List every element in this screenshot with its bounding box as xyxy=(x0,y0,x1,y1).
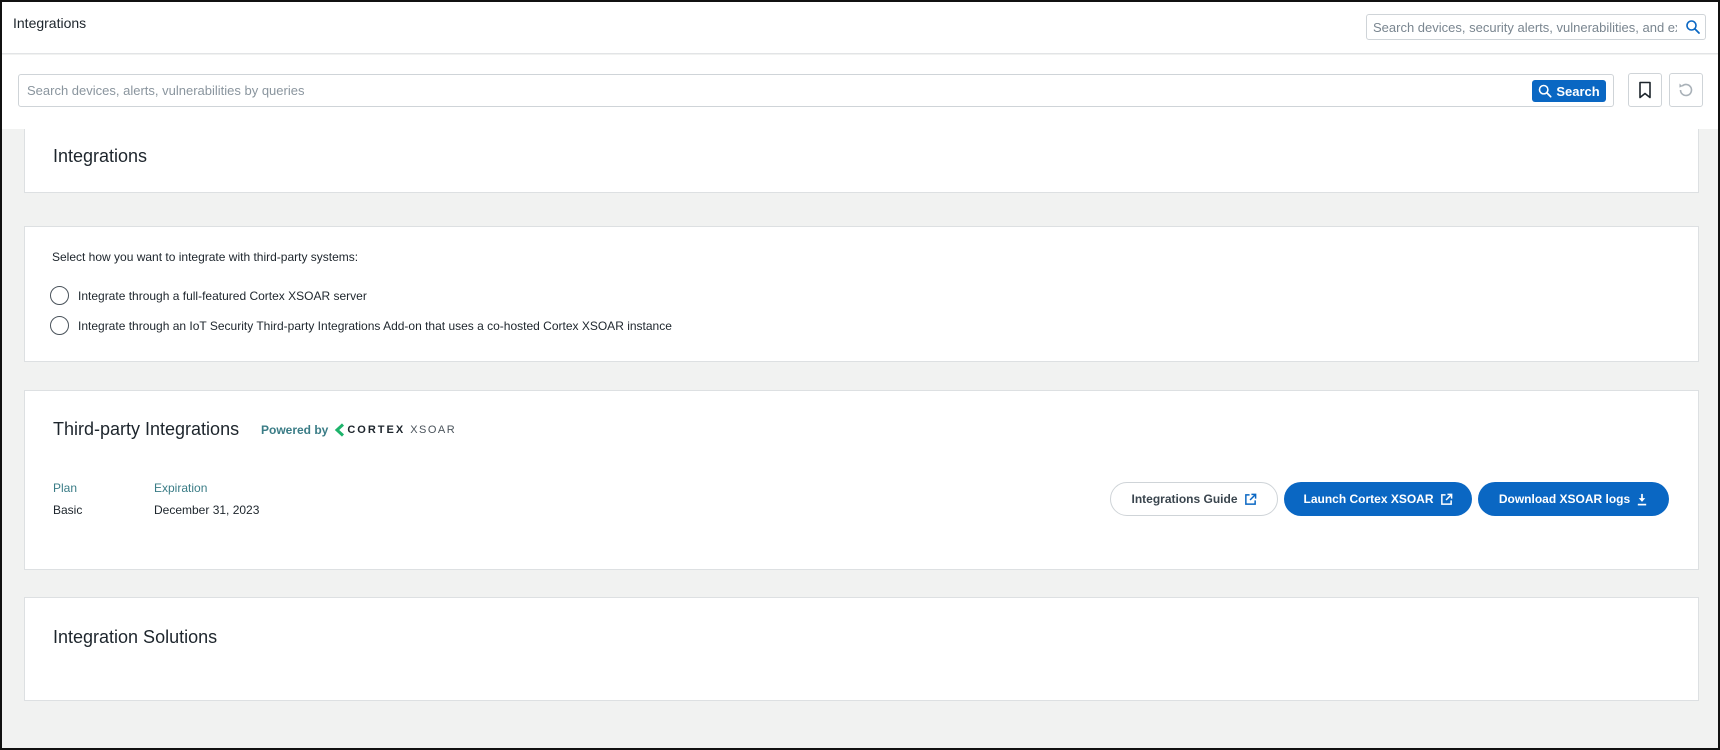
radio-label: Integrate through an IoT Security Third-… xyxy=(78,318,672,333)
integrations-header-card: Integrations xyxy=(24,129,1699,193)
download-icon xyxy=(1637,493,1647,505)
download-xsoar-logs-label: Download XSOAR logs xyxy=(1498,492,1631,506)
radio-button[interactable] xyxy=(50,316,69,335)
bookmark-icon xyxy=(1639,81,1651,99)
cortex-xsoar-logo: CORTEX XSOAR xyxy=(334,423,456,437)
reset-icon xyxy=(1679,83,1693,97)
app-frame: Integrations Search devices, security al… xyxy=(0,0,1720,750)
integration-mode-card: Select how you want to integrate with th… xyxy=(24,226,1699,362)
search-icon xyxy=(1539,84,1552,98)
plan-label: Plan xyxy=(53,481,78,495)
radio-button[interactable] xyxy=(50,286,69,305)
global-search-input[interactable] xyxy=(1367,15,1677,39)
integration-mode-prompt: Select how you want to integrate with th… xyxy=(52,250,359,264)
powered-by-label: Powered by xyxy=(261,423,329,437)
launch-cortex-xsoar-button[interactable]: Launch Cortex XSOAR xyxy=(1284,482,1472,516)
search-icon[interactable] xyxy=(1685,19,1701,35)
logo-sub: XSOAR xyxy=(410,424,457,436)
logo-word: CORTEX xyxy=(347,424,406,436)
bookmark-button[interactable] xyxy=(1628,73,1662,107)
external-link-icon xyxy=(1440,493,1452,505)
expiration-label: Expiration xyxy=(154,481,208,495)
radio-option-xsoar-server[interactable]: Integrate through a full-featured Cortex… xyxy=(50,286,367,305)
plan-value: Basic xyxy=(53,503,83,517)
search-button-label: Search xyxy=(1556,83,1600,99)
query-bar: Search xyxy=(2,55,1718,129)
page-title: Integrations xyxy=(13,15,87,31)
integration-solutions-card: Integration Solutions xyxy=(24,597,1699,701)
expiration-value: December 31, 2023 xyxy=(154,503,260,517)
global-search[interactable] xyxy=(1366,14,1706,40)
download-xsoar-logs-button[interactable]: Download XSOAR logs xyxy=(1478,482,1669,516)
cortex-logo-icon xyxy=(335,423,345,437)
third-party-integrations-card: Third-party Integrations Powered by CORT… xyxy=(24,390,1699,570)
radio-label: Integrate through a full-featured Cortex… xyxy=(78,288,367,303)
integrations-heading: Integrations xyxy=(53,146,148,166)
external-link-icon xyxy=(1244,493,1256,505)
launch-cortex-xsoar-label: Launch Cortex XSOAR xyxy=(1303,492,1434,506)
top-bar: Integrations xyxy=(2,2,1718,54)
reset-button[interactable] xyxy=(1669,73,1703,107)
powered-by: Powered by CORTEX XSOAR xyxy=(261,423,456,437)
search-button[interactable]: Search xyxy=(1532,80,1606,102)
integrations-guide-button[interactable]: Integrations Guide xyxy=(1110,482,1278,516)
integrations-guide-label: Integrations Guide xyxy=(1131,492,1238,506)
integration-solutions-heading: Integration Solutions xyxy=(53,627,218,647)
query-search[interactable]: Search xyxy=(18,74,1614,107)
radio-option-addon[interactable]: Integrate through an IoT Security Third-… xyxy=(50,316,672,335)
third-party-heading: Third-party Integrations xyxy=(53,419,240,439)
query-search-input[interactable] xyxy=(19,75,1439,106)
